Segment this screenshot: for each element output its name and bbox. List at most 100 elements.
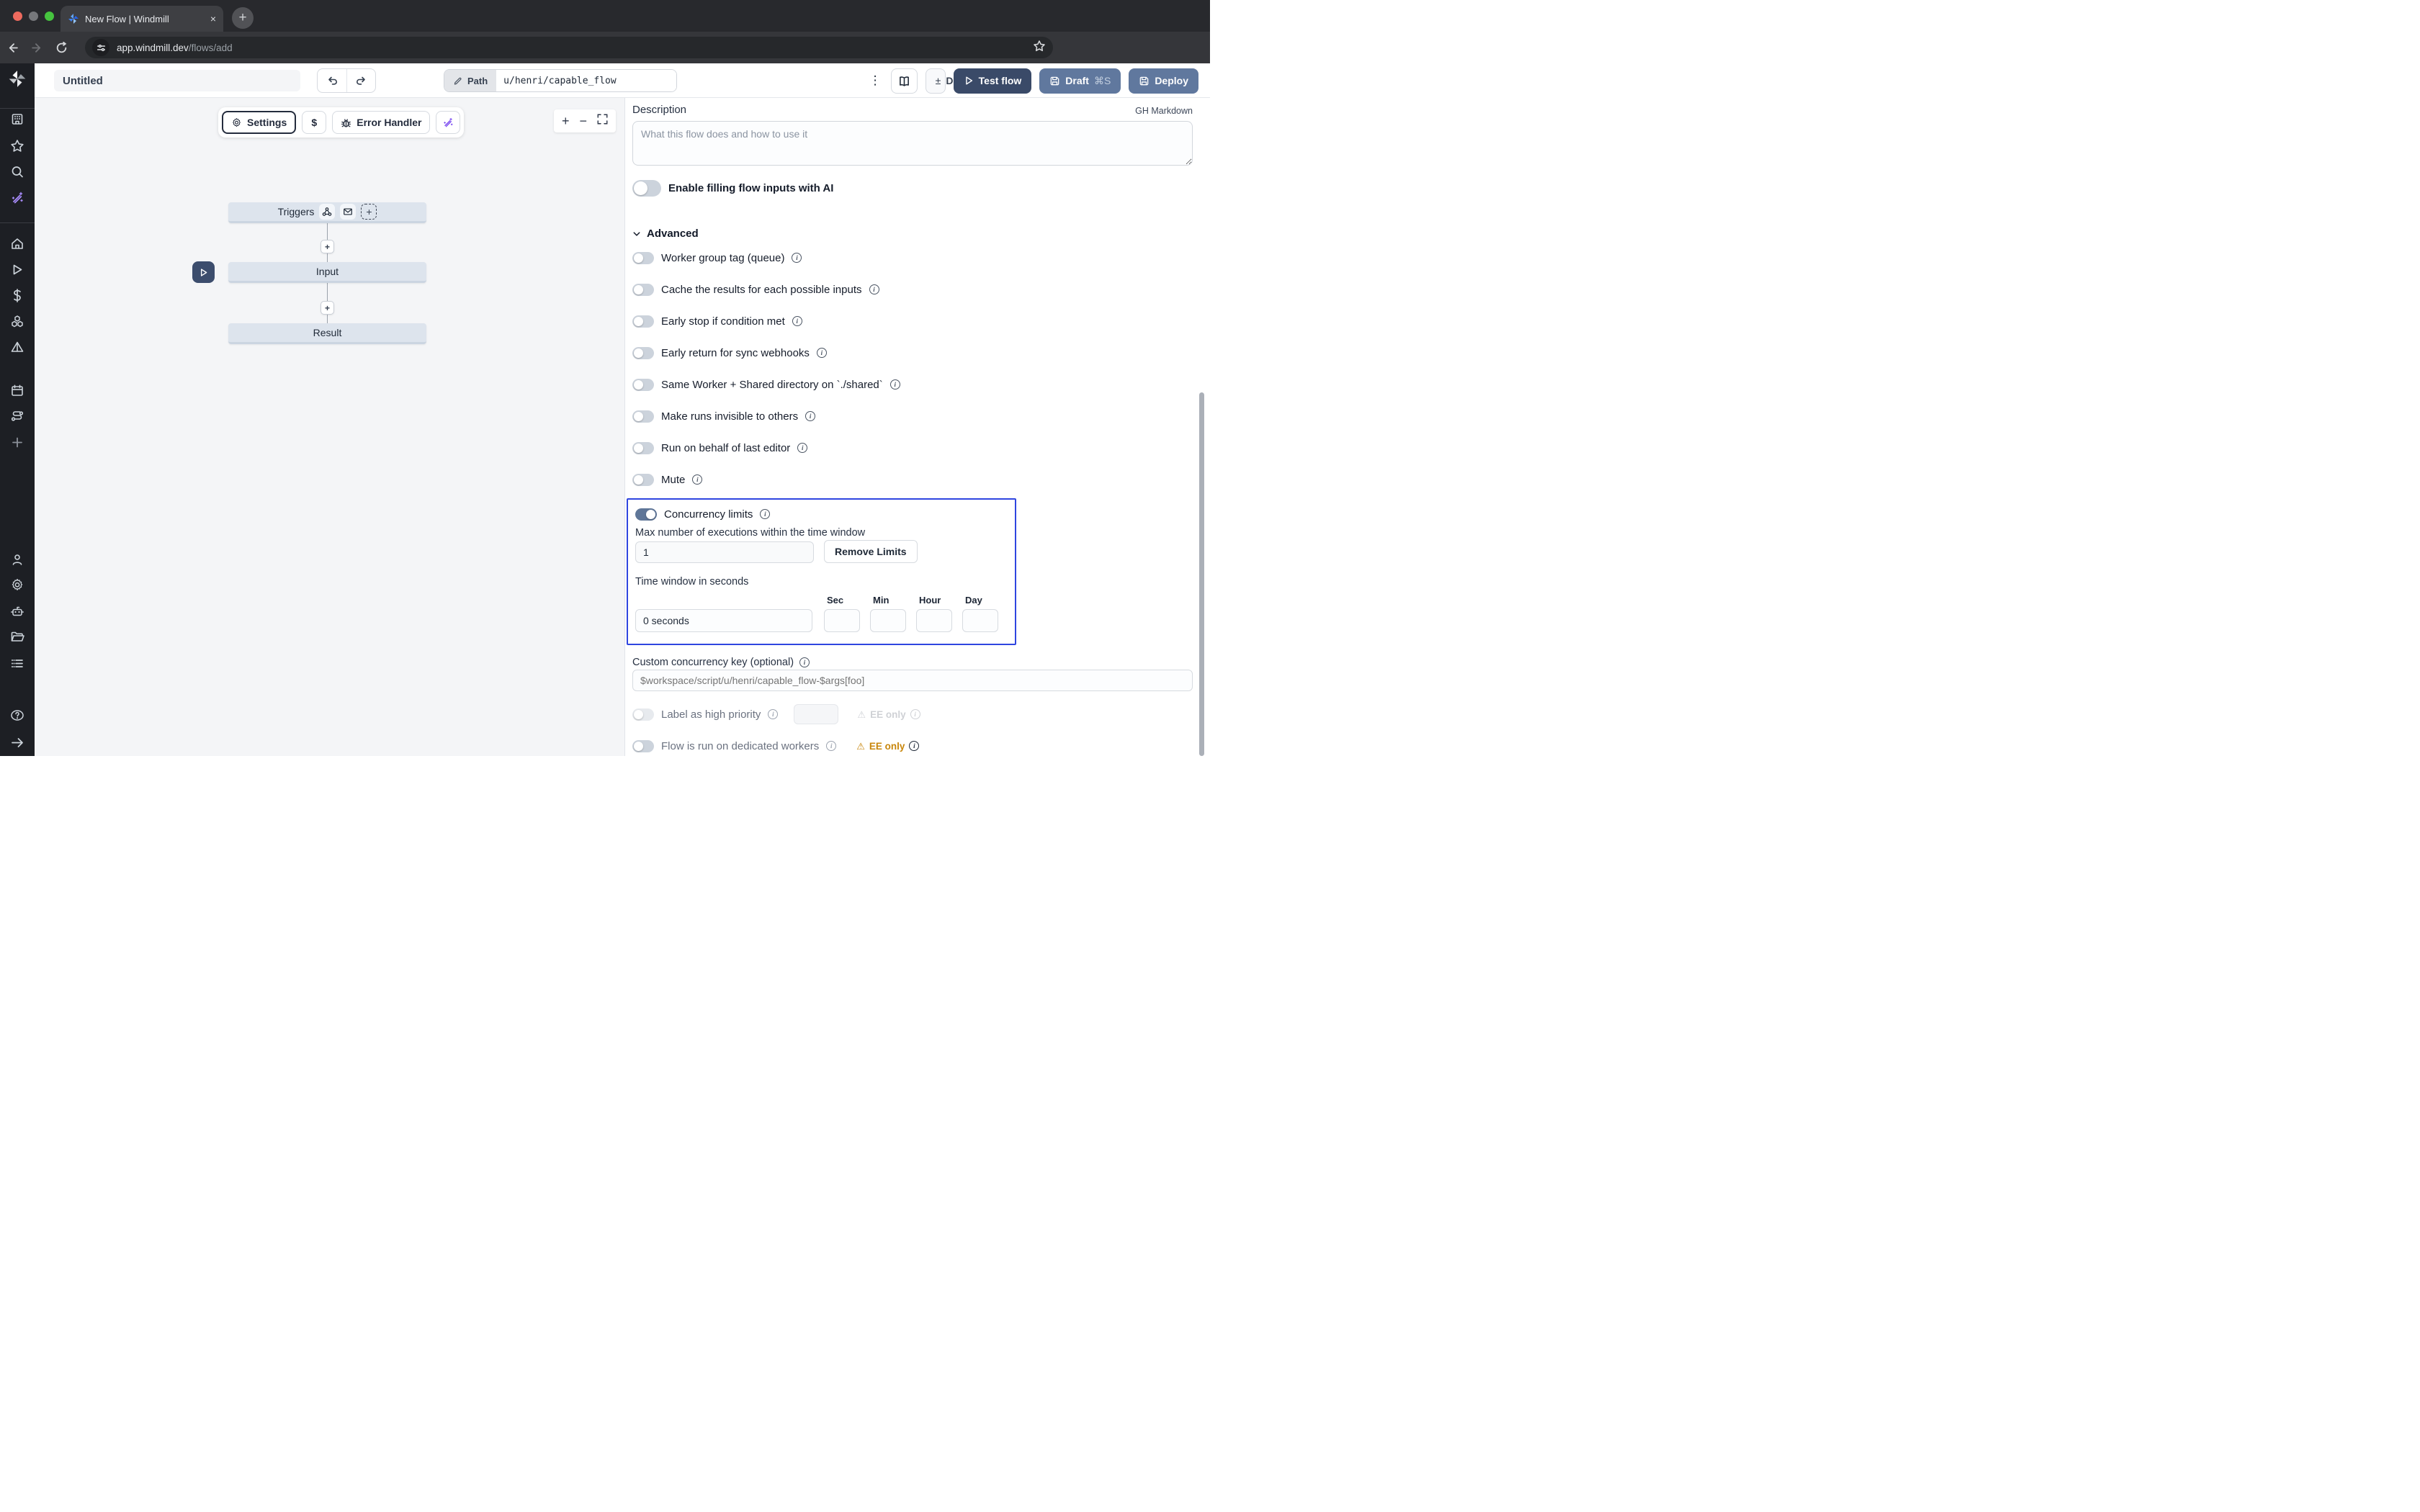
flow-settings-button[interactable]: Settings: [222, 111, 296, 134]
docs-book-button[interactable]: [891, 68, 918, 94]
concurrency-limits-toggle[interactable]: [635, 508, 657, 521]
shared-directory-toggle[interactable]: [632, 379, 654, 391]
mute-toggle[interactable]: [632, 474, 654, 486]
sidebar-item-home[interactable]: [10, 237, 24, 255]
ai-wand-button[interactable]: [436, 111, 460, 134]
sidebar-item-users[interactable]: [10, 553, 24, 571]
sidebar-item-folders[interactable]: [10, 630, 24, 648]
test-up-to-input-button[interactable]: [192, 261, 215, 283]
draft-button[interactable]: Draft ⌘S: [1039, 68, 1121, 94]
custom-concurrency-key-input[interactable]: [632, 670, 1193, 691]
sidebar-item-resources[interactable]: [10, 315, 24, 333]
info-icon[interactable]: i: [792, 316, 802, 326]
address-bar[interactable]: app.windmill.dev/flows/add: [85, 37, 1053, 58]
insert-step-button[interactable]: +: [321, 301, 334, 315]
tab-close-icon[interactable]: ×: [210, 13, 216, 24]
error-handler-button[interactable]: Error Handler: [332, 111, 430, 134]
sidebar-item-triggers-prism[interactable]: [10, 341, 24, 359]
early-stop-toggle[interactable]: [632, 315, 654, 328]
info-icon[interactable]: i: [909, 741, 919, 751]
zoom-in-icon[interactable]: +: [562, 114, 570, 127]
insert-step-button[interactable]: +: [321, 240, 334, 253]
sidebar-item-workers-robot[interactable]: [10, 605, 24, 623]
info-icon[interactable]: i: [805, 411, 815, 421]
sidebar-item-flows-route[interactable]: [10, 410, 24, 428]
invisible-runs-toggle[interactable]: [632, 410, 654, 423]
sidebar-item-settings-gear[interactable]: [10, 578, 24, 596]
day-input[interactable]: [962, 609, 998, 632]
sidebar-item-audit-logs[interactable]: [10, 657, 24, 675]
zoom-out-icon[interactable]: −: [580, 114, 588, 127]
info-icon[interactable]: i: [692, 474, 702, 485]
sidebar-item-search[interactable]: [10, 165, 24, 183]
path-input[interactable]: [496, 70, 676, 91]
hour-input[interactable]: [916, 609, 952, 632]
sidebar-item-variables[interactable]: [10, 289, 24, 307]
early-return-toggle[interactable]: [632, 347, 654, 359]
flow-variables-button[interactable]: $: [302, 111, 326, 134]
window-controls[interactable]: [13, 12, 54, 21]
run-on-behalf-toggle[interactable]: [632, 442, 654, 454]
info-icon[interactable]: i: [760, 509, 770, 519]
new-tab-button[interactable]: +: [232, 7, 254, 29]
site-settings-icon[interactable]: [92, 39, 109, 56]
add-trigger-button[interactable]: +: [361, 204, 377, 220]
webhook-trigger-icon[interactable]: [319, 204, 335, 220]
info-icon[interactable]: i: [799, 657, 810, 667]
fit-view-icon[interactable]: [597, 114, 608, 128]
browser-tab[interactable]: New Flow | Windmill ×: [60, 6, 223, 32]
high-priority-toggle[interactable]: [632, 708, 654, 721]
min-input[interactable]: [870, 609, 906, 632]
panel-scrollbar[interactable]: [1199, 392, 1204, 756]
info-icon[interactable]: i: [910, 709, 920, 719]
max-executions-input[interactable]: [635, 541, 814, 563]
sidebar-item-add[interactable]: [10, 436, 24, 454]
time-window-display[interactable]: [635, 609, 812, 632]
description-textarea[interactable]: [632, 121, 1193, 166]
ai-inputs-toggle[interactable]: [632, 180, 661, 197]
worker-group-toggle[interactable]: [632, 252, 654, 264]
deploy-button[interactable]: Deploy: [1129, 68, 1198, 94]
reload-icon[interactable]: [49, 42, 73, 54]
sidebar-item-runs[interactable]: [10, 263, 24, 281]
info-icon[interactable]: i: [817, 348, 827, 358]
sidebar-item-favorites[interactable]: [10, 139, 24, 157]
remove-limits-button[interactable]: Remove Limits: [824, 540, 918, 563]
minimize-window-button[interactable]: [29, 12, 38, 21]
input-node[interactable]: Input: [228, 262, 426, 283]
info-icon[interactable]: i: [826, 741, 836, 751]
info-icon[interactable]: i: [869, 284, 879, 294]
sidebar-collapse-arrow[interactable]: [10, 736, 24, 754]
email-trigger-icon[interactable]: [340, 204, 356, 220]
sidebar-item-schedules[interactable]: [10, 384, 24, 402]
diff-button[interactable]: ± Diff: [926, 68, 946, 94]
info-icon[interactable]: i: [792, 253, 802, 263]
sec-input[interactable]: [824, 609, 860, 632]
flow-summary-input[interactable]: [54, 70, 300, 91]
priority-value-input[interactable]: [794, 704, 838, 724]
save-icon: [1139, 76, 1150, 86]
undo-button[interactable]: [318, 69, 346, 92]
sidebar-item-workspace[interactable]: [10, 112, 24, 130]
cache-results-toggle[interactable]: [632, 284, 654, 296]
bookmark-star-icon[interactable]: [1033, 40, 1046, 56]
max-executions-label: Max number of executions within the time…: [635, 527, 865, 539]
info-icon[interactable]: i: [797, 443, 807, 453]
redo-button[interactable]: [346, 69, 375, 92]
windmill-logo[interactable]: [8, 70, 27, 92]
forward-icon[interactable]: [24, 42, 49, 54]
info-icon[interactable]: i: [890, 379, 900, 390]
triggers-node[interactable]: Triggers +: [228, 202, 426, 223]
close-window-button[interactable]: [13, 12, 22, 21]
warning-icon: ⚠: [857, 710, 866, 719]
advanced-section-header[interactable]: Advanced: [632, 228, 699, 240]
test-flow-button[interactable]: Test flow: [954, 68, 1032, 94]
info-icon[interactable]: i: [768, 709, 778, 719]
back-icon[interactable]: [0, 42, 24, 54]
sidebar-item-ai-wand[interactable]: [10, 191, 24, 209]
maximize-window-button[interactable]: [45, 12, 54, 21]
sidebar-item-help[interactable]: [10, 708, 24, 726]
result-node[interactable]: Result: [228, 323, 426, 344]
dedicated-workers-toggle[interactable]: [632, 740, 654, 752]
more-menu-icon[interactable]: ⋮: [868, 73, 883, 88]
